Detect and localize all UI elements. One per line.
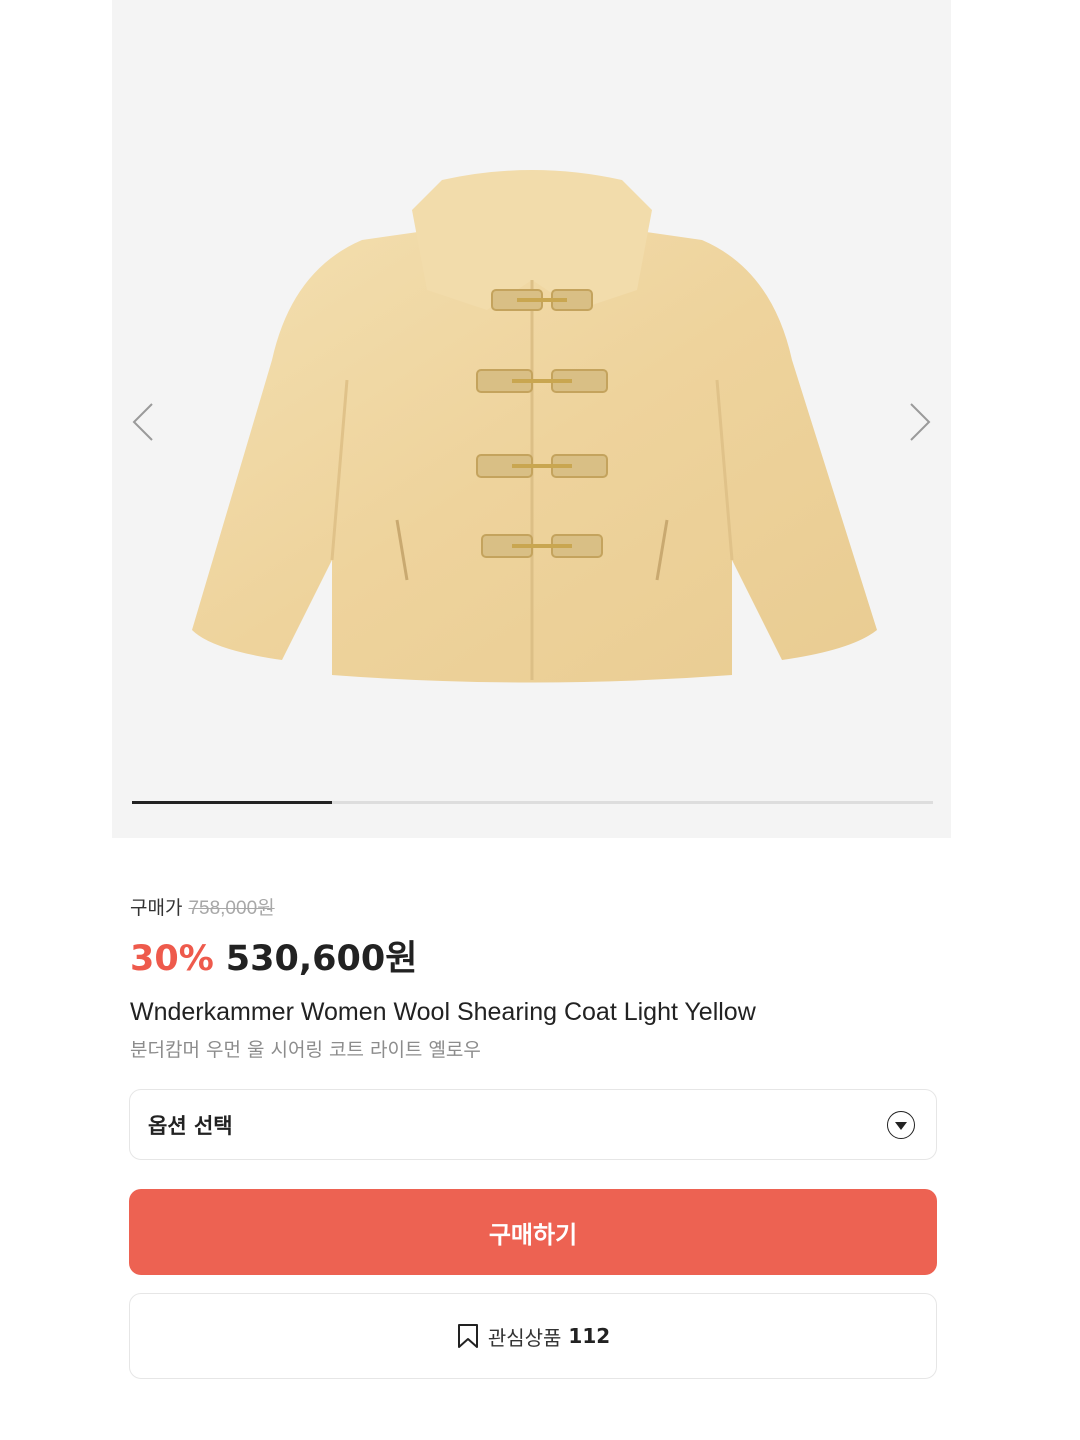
dropdown-arrow-icon [887, 1110, 915, 1139]
chevron-right-icon[interactable] [905, 400, 935, 444]
wishlist-label: 관심상품 [487, 1325, 562, 1350]
discount-rate: 30% [130, 939, 214, 979]
original-price: 758,000원 [188, 898, 275, 919]
price-section: 구매가 758,000원 30% 530,600원 [130, 893, 940, 981]
product-subtitle: 분더캄머 우먼 울 시어링 코트 라이트 옐로우 [130, 1039, 481, 1061]
option-select[interactable]: 옵션 선택 [129, 1089, 937, 1160]
product-image [192, 170, 877, 683]
price-label: 구매가 [130, 898, 183, 919]
wishlist-button[interactable]: 관심상품 112 [129, 1293, 937, 1379]
wishlist-count: 112 [568, 1324, 611, 1348]
option-select-label: 옵션 선택 [148, 1113, 233, 1138]
buy-button[interactable]: 구매하기 [129, 1189, 937, 1275]
sale-price: 530,600원 [225, 939, 418, 979]
gallery-progress-fill [132, 801, 333, 804]
product-title: Wnderkammer Women Wool Shearing Coat Lig… [130, 998, 756, 1026]
bookmark-icon [457, 1324, 478, 1348]
gallery-progress-bar [132, 801, 933, 804]
product-image-gallery[interactable] [112, 0, 951, 838]
chevron-left-icon[interactable] [128, 400, 158, 444]
